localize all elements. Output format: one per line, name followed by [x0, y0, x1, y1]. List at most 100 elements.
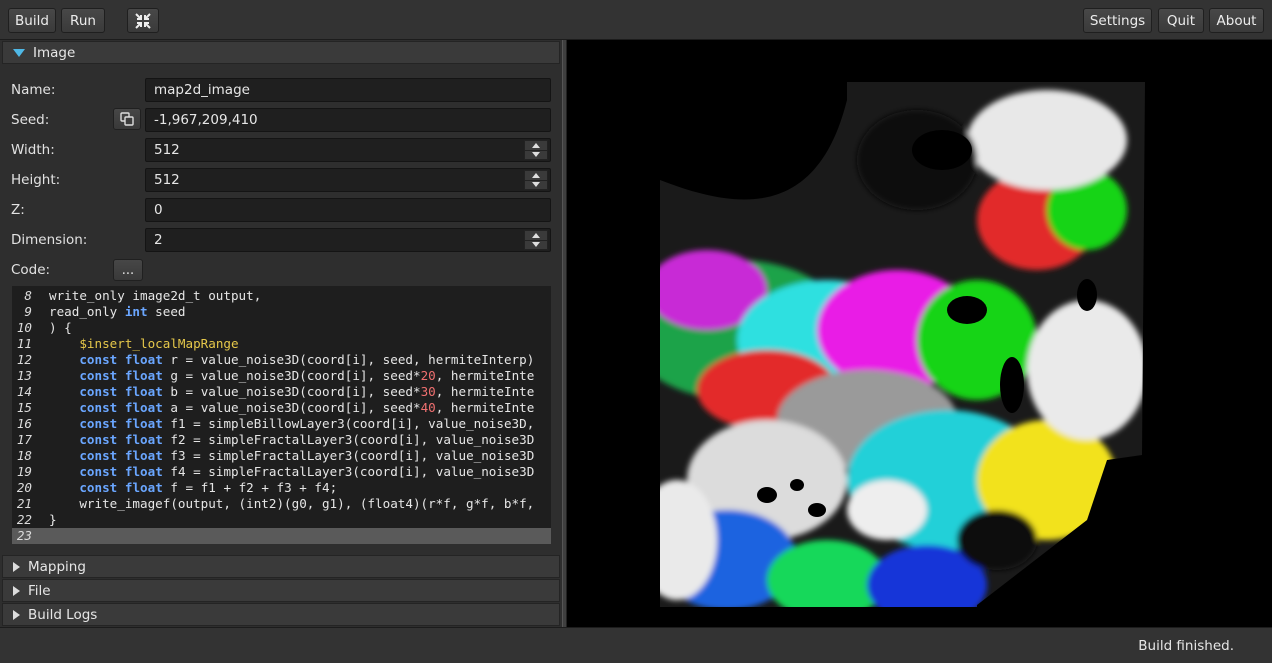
render-viewport[interactable] — [567, 40, 1272, 627]
status-bar: Build finished. — [0, 627, 1272, 663]
code-line[interactable]: 8 write_only image2d_t output, — [12, 288, 551, 304]
name-field[interactable]: map2d_image — [145, 78, 551, 102]
code-line[interactable]: 11 $insert_localMapRange — [12, 336, 551, 352]
settings-button[interactable]: Settings — [1083, 8, 1152, 33]
z-field[interactable]: 0 — [145, 198, 551, 222]
code-text: const float f3 = simpleFractalLayer3(coo… — [79, 448, 535, 463]
line-number: 13 — [16, 368, 32, 383]
collapse-button[interactable] — [127, 8, 159, 33]
dimension-value: 2 — [154, 232, 163, 248]
height-value: 512 — [154, 172, 180, 188]
line-number: 9 — [24, 304, 32, 319]
about-button[interactable]: About — [1209, 8, 1264, 33]
z-label: Z: — [11, 202, 25, 218]
width-label: Width: — [11, 142, 55, 158]
code-line[interactable]: 21 write_imagef(output, (int2)(g0, g1), … — [12, 496, 551, 512]
spin-down-icon[interactable] — [532, 152, 540, 158]
code-line[interactable]: 20 const float f = f1 + f2 + f3 + f4; — [12, 480, 551, 496]
code-line[interactable]: 18 const float f3 = simpleFractalLayer3(… — [12, 448, 551, 464]
code-line[interactable]: 14 const float b = value_noise3D(coord[i… — [12, 384, 551, 400]
code-text: } — [49, 512, 57, 527]
run-button[interactable]: Run — [61, 8, 105, 33]
height-spin-buttons[interactable] — [524, 170, 548, 190]
build-button[interactable]: Build — [8, 8, 56, 33]
z-value: 0 — [154, 202, 163, 218]
line-number: 22 — [16, 512, 32, 527]
mapping-section-title: Mapping — [28, 558, 86, 575]
status-message: Build finished. — [1138, 638, 1234, 654]
main-toolbar: Build Run Settings Quit About — [0, 0, 1272, 40]
spin-down-icon[interactable] — [532, 182, 540, 188]
code-text: const float r = value_noise3D(coord[i], … — [79, 352, 535, 367]
build-logs-section-title: Build Logs — [28, 606, 98, 623]
line-number: 19 — [16, 464, 32, 479]
line-number: 14 — [16, 384, 32, 399]
image-section-header[interactable]: Image — [2, 41, 560, 64]
spin-up-icon[interactable] — [532, 142, 540, 148]
code-text: read_only int seed — [49, 304, 186, 319]
randomize-seed-button[interactable] — [113, 108, 141, 130]
image-section-title: Image — [33, 44, 76, 61]
code-text: write_only image2d_t output, — [49, 288, 262, 303]
expand-right-icon — [13, 561, 20, 572]
height-label: Height: — [11, 172, 61, 188]
expand-down-icon — [13, 48, 25, 57]
code-line[interactable]: 23 — [12, 528, 551, 544]
seed-label: Seed: — [11, 112, 50, 128]
seed-value: -1,967,209,410 — [154, 112, 258, 128]
line-number: 8 — [24, 288, 32, 303]
line-number: 18 — [16, 448, 32, 463]
seed-field[interactable]: -1,967,209,410 — [145, 108, 551, 132]
code-text: const float f4 = simpleFractalLayer3(coo… — [79, 464, 535, 479]
code-text: const float f1 = simpleBillowLayer3(coor… — [79, 416, 535, 431]
code-line[interactable]: 12 const float r = value_noise3D(coord[i… — [12, 352, 551, 368]
line-number: 10 — [16, 320, 32, 335]
code-line[interactable]: 10 ) { — [12, 320, 551, 336]
code-text: $insert_localMapRange — [79, 336, 239, 351]
file-section-title: File — [28, 582, 51, 599]
code-line[interactable]: 16 const float f1 = simpleBillowLayer3(c… — [12, 416, 551, 432]
code-line[interactable]: 17 const float f2 = simpleFractalLayer3(… — [12, 432, 551, 448]
line-number: 23 — [16, 528, 32, 543]
code-line[interactable]: 13 const float g = value_noise3D(coord[i… — [12, 368, 551, 384]
width-spinbox[interactable]: 512 — [145, 138, 551, 162]
code-line[interactable]: 22} — [12, 512, 551, 528]
code-line[interactable]: 9 read_only int seed — [12, 304, 551, 320]
dimension-spinbox[interactable]: 2 — [145, 228, 551, 252]
code-line[interactable]: 15 const float a = value_noise3D(coord[i… — [12, 400, 551, 416]
build-logs-section-header[interactable]: Build Logs — [2, 603, 560, 626]
width-spin-buttons[interactable] — [524, 140, 548, 160]
expand-right-icon — [13, 585, 20, 596]
copy-icon — [120, 112, 134, 126]
line-number: 11 — [16, 336, 32, 351]
code-line[interactable]: 19 const float f4 = simpleFractalLayer3(… — [12, 464, 551, 480]
spin-up-icon[interactable] — [532, 172, 540, 178]
spin-up-icon[interactable] — [532, 232, 540, 238]
line-number: 15 — [16, 400, 32, 415]
line-number: 17 — [16, 432, 32, 447]
collapse-arrows-icon — [135, 12, 151, 29]
file-section-header[interactable]: File — [2, 579, 560, 602]
name-value: map2d_image — [154, 82, 250, 98]
code-label: Code: — [11, 262, 51, 278]
line-number: 12 — [16, 352, 32, 367]
spin-down-icon[interactable] — [532, 242, 540, 248]
height-spinbox[interactable]: 512 — [145, 168, 551, 192]
quit-button[interactable]: Quit — [1158, 8, 1204, 33]
code-text: const float f2 = simpleFractalLayer3(coo… — [79, 432, 535, 447]
name-label: Name: — [11, 82, 56, 98]
code-text: const float b = value_noise3D(coord[i], … — [79, 384, 535, 399]
edit-code-button[interactable]: ... — [113, 259, 143, 281]
noise-image-render — [660, 82, 1145, 607]
code-text: const float f = f1 + f2 + f3 + f4; — [79, 480, 338, 495]
code-editor[interactable]: 8 write_only image2d_t output, 9 read_only … — [12, 286, 551, 544]
mapping-section-header[interactable]: Mapping — [2, 555, 560, 578]
line-number: 21 — [16, 496, 32, 511]
code-text: write_imagef(output, (int2)(g0, g1), (fl… — [49, 496, 535, 511]
code-text: ) { — [49, 320, 72, 335]
line-number: 16 — [16, 416, 32, 431]
code-text: const float g = value_noise3D(coord[i], … — [79, 368, 535, 383]
dimension-spin-buttons[interactable] — [524, 230, 548, 250]
width-value: 512 — [154, 142, 180, 158]
code-text: const float a = value_noise3D(coord[i], … — [79, 400, 535, 415]
